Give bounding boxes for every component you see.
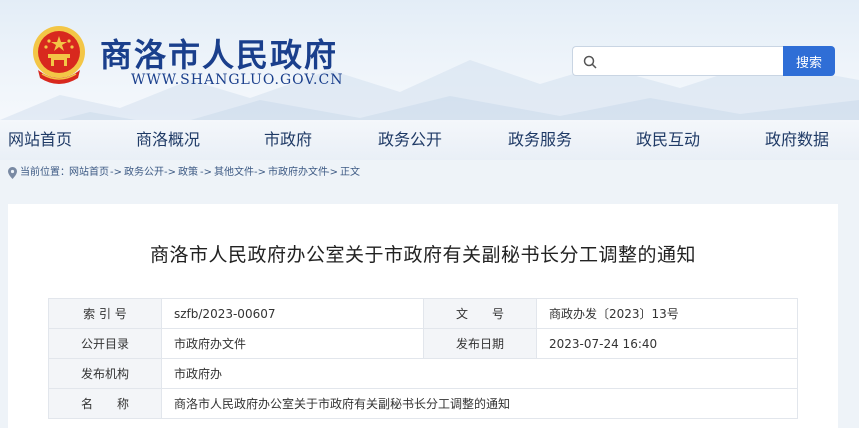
- nav-item-government[interactable]: 市政府: [264, 120, 312, 160]
- meta-label-date: 发布日期: [423, 328, 537, 359]
- site-header: 商洛市人民政府 WWW.SHANGLUO.GOV.CN 搜索: [0, 0, 859, 120]
- meta-value-index: szfb/2023-00607: [161, 298, 424, 329]
- main-nav: 网站首页 商洛概况 市政府 政务公开 政务服务 政民互动 政府数据: [0, 120, 859, 160]
- search-icon: [583, 55, 597, 69]
- breadcrumb-sep: ->: [110, 167, 122, 178]
- national-emblem-icon: [33, 26, 85, 84]
- nav-item-overview[interactable]: 商洛概况: [136, 120, 200, 160]
- breadcrumb-item-current: 正文: [340, 167, 360, 178]
- site-url: WWW.SHANGLUO.GOV.CN: [131, 72, 344, 88]
- search-button[interactable]: 搜索: [783, 46, 835, 76]
- meta-value-date: 2023-07-24 16:40: [536, 328, 798, 359]
- meta-label-name: 名 称: [48, 388, 162, 419]
- breadcrumb-sep: ->: [326, 167, 338, 178]
- meta-value-catalog: 市政府办文件: [161, 328, 424, 359]
- site-name: 商洛市人民政府: [100, 36, 339, 74]
- nav-item-home[interactable]: 网站首页: [8, 120, 72, 160]
- table-row: 发布机构 市政府办: [48, 358, 798, 389]
- table-row: 名 称 商洛市人民政府办公室关于市政府有关副秘书长分工调整的通知: [48, 388, 798, 419]
- nav-item-interaction[interactable]: 政民互动: [636, 120, 700, 160]
- search-input[interactable]: [603, 51, 773, 71]
- document-meta-table: 索 引 号 szfb/2023-00607 文 号 商政办发〔2023〕13号 …: [48, 298, 798, 419]
- breadcrumb-item-gov-office-files[interactable]: 市政府办文件: [268, 162, 328, 184]
- location-pin-icon: [8, 167, 17, 179]
- meta-label-doc-no: 文 号: [423, 298, 537, 329]
- article-title: 商洛市人民政府办公室关于市政府有关副秘书长分工调整的通知: [149, 244, 696, 266]
- meta-value-name: 商洛市人民政府办公室关于市政府有关副秘书长分工调整的通知: [161, 388, 798, 419]
- nav-item-data[interactable]: 政府数据: [765, 120, 829, 160]
- breadcrumb-prefix: 当前位置：: [20, 167, 70, 178]
- breadcrumb-sep: ->: [200, 167, 212, 178]
- meta-label-org: 发布机构: [48, 358, 162, 389]
- table-row: 公开目录 市政府办文件 发布日期 2023-07-24 16:40: [48, 328, 798, 359]
- nav-item-public-affairs[interactable]: 政务公开: [378, 120, 442, 160]
- meta-label-index: 索 引 号: [48, 298, 162, 329]
- meta-value-doc-no: 商政办发〔2023〕13号: [536, 298, 798, 329]
- meta-value-org: 市政府办: [161, 358, 798, 389]
- breadcrumb-item-home[interactable]: 网站首页: [69, 162, 109, 184]
- breadcrumb-item-policy[interactable]: 政策: [178, 162, 198, 184]
- table-row: 索 引 号 szfb/2023-00607 文 号 商政办发〔2023〕13号: [48, 298, 798, 329]
- breadcrumb-sep: ->: [254, 167, 266, 178]
- nav-item-services[interactable]: 政务服务: [508, 120, 572, 160]
- breadcrumb-sep: ->: [164, 167, 176, 178]
- breadcrumb: 当前位置： 网站首页 -> 政务公开 -> 政策 -> 其他文件 -> 市政府办…: [0, 162, 859, 184]
- breadcrumb-item-other-files[interactable]: 其他文件: [214, 162, 254, 184]
- breadcrumb-item-public-affairs[interactable]: 政务公开: [124, 162, 164, 184]
- search-box: [572, 46, 783, 76]
- meta-label-catalog: 公开目录: [48, 328, 162, 359]
